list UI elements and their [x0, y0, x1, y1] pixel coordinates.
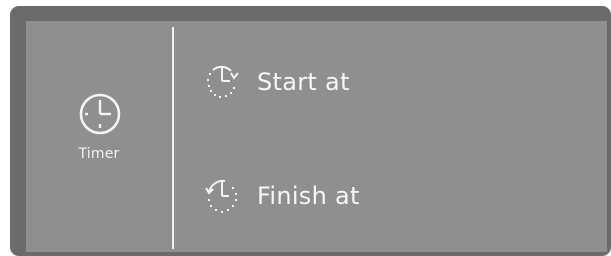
finish-at-button[interactable]: Finish at [201, 174, 360, 218]
clock-icon [79, 93, 121, 135]
start-at-button[interactable]: Start at [201, 60, 350, 104]
finish-at-label: Finish at [257, 182, 360, 210]
finish-at-clock-icon [205, 179, 237, 213]
display-screen: Timer Start at Finish at [26, 21, 607, 252]
display-bezel: Timer Start at Finish at [10, 6, 611, 256]
timer-panel[interactable]: Timer [26, 21, 172, 252]
start-at-label: Start at [257, 68, 350, 96]
panel-divider [172, 27, 174, 249]
start-at-clock-icon [207, 65, 239, 98]
timer-label: Timer [78, 146, 120, 162]
